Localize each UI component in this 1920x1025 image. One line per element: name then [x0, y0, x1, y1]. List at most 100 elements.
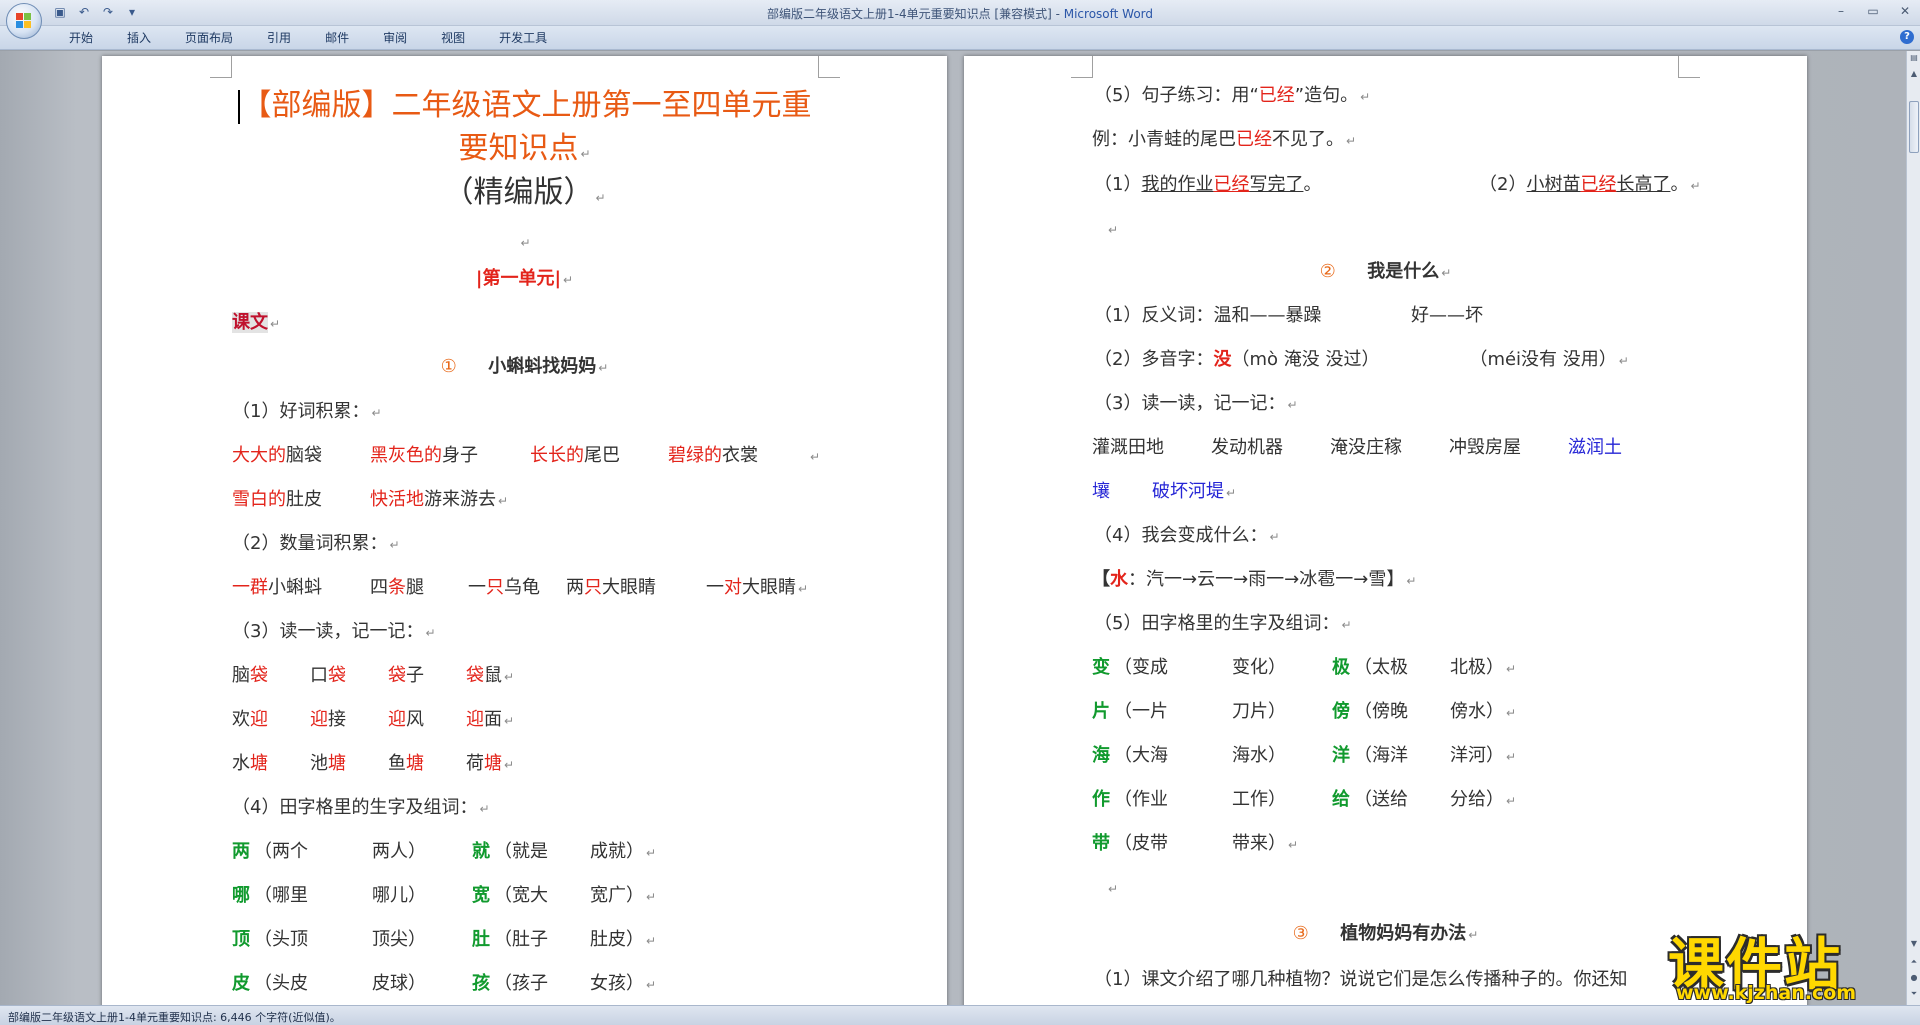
read-row: 水塘 池塘 鱼塘 荷塘 ↵ — [232, 753, 515, 774]
word-red: 塘 — [250, 753, 268, 774]
para-text: （3）读一读，记一记： — [1094, 393, 1286, 414]
close-icon[interactable]: ✕ — [1896, 2, 1914, 20]
section-label: 课文 — [232, 312, 268, 333]
word-red: 塘 — [484, 753, 502, 774]
word-red: 水 — [1110, 569, 1128, 590]
word-red: 一群 — [232, 577, 268, 598]
word: 带来） — [1232, 833, 1286, 854]
scroll-thumb[interactable] — [1909, 101, 1919, 153]
office-logo-icon — [16, 13, 32, 29]
para-text: （3）读一读，记一记： — [232, 621, 424, 642]
new-char: 就 — [472, 841, 490, 862]
para: 例：小青蛙的尾巴已经不见了。 ↵ — [1092, 129, 1357, 150]
word-blue: 破坏河堤 — [1152, 481, 1224, 502]
para-text: （5）田字格里的生字及组词： — [1094, 613, 1340, 634]
new-char: 两 — [232, 841, 250, 862]
title-bar: ▣ ↶ ↷ ▾ 部编版二年级语文上册1-4单元重要知识点 [兼容模式] - Mi… — [0, 0, 1920, 39]
tab-developer[interactable]: 开发工具 — [482, 30, 564, 46]
word: （太极 — [1354, 657, 1408, 678]
para-text: （1） — [1094, 174, 1142, 195]
word: 池 — [310, 753, 328, 774]
word: 北极） — [1450, 657, 1504, 678]
para-text: （2）数量词积累： — [232, 533, 388, 554]
word-red: 大大的 — [232, 445, 286, 466]
doc-title-line1: 【部编版】二年级语文上册第一至四单元重 — [241, 88, 812, 123]
word-blue: 滋润土 — [1568, 437, 1622, 458]
margin-mark — [1071, 56, 1093, 78]
char-row: 皮（头皮 皮球）孩（孩子 女孩） ↵ — [232, 971, 656, 997]
tab-home[interactable]: 开始 — [52, 30, 110, 46]
new-char: 变 — [1092, 657, 1110, 678]
doc-title: 【部编版】二年级语文上册第一至四单元重 — [102, 86, 947, 126]
para-text: 【 — [1092, 569, 1110, 590]
tab-insert[interactable]: 插入 — [110, 30, 168, 46]
tab-view[interactable]: 视图 — [424, 30, 482, 46]
word: 荷 — [466, 753, 484, 774]
lesson-title: 我是什么 — [1367, 261, 1440, 282]
para-text: ”造句。 — [1294, 85, 1359, 106]
lesson-number: ① — [440, 356, 457, 377]
vertical-scrollbar[interactable]: ▤ ▲ ▼ ⏶ ● ⏷ — [1906, 51, 1920, 1005]
word: （海洋 — [1354, 745, 1408, 766]
tab-review[interactable]: 审阅 — [366, 30, 424, 46]
ruler-toggle-icon[interactable]: ▤ — [1908, 51, 1920, 65]
minimize-icon[interactable]: – — [1832, 2, 1850, 20]
word: 接 — [328, 709, 346, 730]
word-red: 已经 — [1236, 129, 1272, 150]
word: 子 — [406, 665, 424, 686]
tab-mailings[interactable]: 邮件 — [308, 30, 366, 46]
unit-heading: |第一单元| — [475, 268, 562, 289]
office-button[interactable] — [6, 3, 42, 39]
para: （5）田字格里的生字及组词： ↵ — [1094, 613, 1352, 634]
unit-heading-row: |第一单元| ↵ — [475, 268, 574, 289]
new-char: 带 — [1092, 833, 1110, 854]
tab-references[interactable]: 引用 — [250, 30, 308, 46]
empty-paragraph: ↵ — [520, 236, 531, 250]
empty-paragraph: ↵ — [1108, 223, 1119, 237]
para: （2）多音字：没（mò 淹没 没过） （méi没有 没用） ↵ — [1094, 347, 1629, 373]
page-2[interactable]: （5）句子练习：用“已经”造句。 ↵ 例：小青蛙的尾巴已经不见了。 ↵ （1）我的作… — [964, 56, 1807, 1005]
doc-subtitle-row: （精编版） ↵ — [443, 175, 606, 210]
lesson-title: 小蝌蚪找妈妈 — [488, 356, 597, 377]
word: 两人） — [372, 841, 426, 862]
word: （皮带 — [1114, 833, 1168, 854]
word-red: 迎 — [466, 709, 484, 730]
status-word-count[interactable]: 部编版二年级语文上册1-4单元重要知识点: 6,446 个字符(近似值)。 — [8, 1009, 341, 1025]
para: （3）读一读，记一记： ↵ — [1094, 393, 1298, 414]
scroll-up-icon[interactable]: ▲ — [1908, 67, 1920, 81]
para-text: （1）反义词：温和——暴躁 — [1094, 305, 1322, 326]
word: 鱼 — [388, 753, 406, 774]
word: 风 — [406, 709, 424, 730]
para: （1）好词积累： ↵ — [232, 401, 382, 422]
para-text: （4）我会变成什么： — [1094, 525, 1268, 546]
help-icon[interactable]: ? — [1900, 30, 1914, 44]
page-1[interactable]: 【部编版】二年级语文上册第一至四单元重 要知识点 ↵ （精编版） ↵ ↵ |第一单元… — [102, 56, 947, 1005]
app-name: Microsoft Word — [1063, 7, 1154, 21]
para-text: 不见了。 — [1272, 129, 1344, 150]
doc-subtitle: （精编版） — [443, 175, 594, 210]
word-red: 快活地 — [370, 489, 424, 510]
word: 两 — [566, 577, 584, 598]
word: （傍晚 — [1354, 701, 1408, 722]
para: （3）读一读，记一记： ↵ — [232, 621, 436, 642]
word: （孩子 — [494, 973, 548, 994]
word: 皮球） — [372, 973, 426, 994]
para: （5）句子练习：用“已经”造句。 ↵ — [1094, 85, 1371, 106]
answer-text: 小树苗 — [1526, 174, 1581, 195]
word: 淹没庄稼 — [1330, 437, 1402, 458]
word: 面 — [484, 709, 502, 730]
word-red: 黑灰色的 — [370, 445, 442, 466]
word: 肚皮） — [590, 929, 644, 950]
word: （宽大 — [494, 885, 548, 906]
word: 脑袋 — [286, 445, 322, 466]
word-row: 大大的脑袋 黑灰色的身子 长长的尾巴 碧绿的衣裳 ↵ — [232, 445, 821, 466]
maximize-icon[interactable]: ▭ — [1864, 2, 1882, 20]
word-row: 壤破坏河堤 ↵ — [1092, 479, 1236, 505]
word: 傍水） — [1450, 701, 1504, 722]
word: 冲毁房屋 — [1449, 437, 1521, 458]
char-row: 带（皮带 带来） ↵ — [1092, 831, 1298, 857]
section-label-row: 课文 ↵ — [232, 312, 281, 333]
word: 海水） — [1232, 745, 1286, 766]
tab-page-layout[interactable]: 页面布局 — [168, 30, 250, 46]
word: 小蝌蚪 — [268, 577, 322, 598]
